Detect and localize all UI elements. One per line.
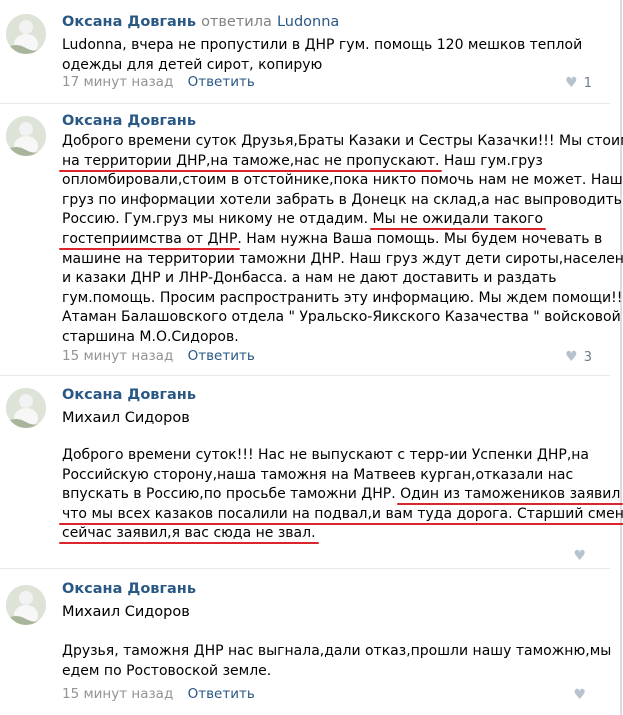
author-name[interactable]: Оксана Довгань: [62, 14, 196, 30]
avatar[interactable]: [6, 116, 46, 156]
comment-text: Доброго времени суток!!! Нас не выпускаю…: [62, 446, 623, 544]
avatar[interactable]: [6, 585, 46, 625]
comment-text: Ludonna, вчера не пропустили в ДНР гум. …: [62, 36, 582, 75]
comment: Оксана Довгань Михаил Сидоров Доброго вр…: [0, 376, 623, 568]
author-name[interactable]: Оксана Довгань: [62, 581, 196, 597]
heart-icon: ♥: [573, 548, 586, 564]
addressee-name[interactable]: Михаил Сидоров: [62, 410, 190, 426]
avatar[interactable]: [6, 14, 46, 54]
heart-icon: ♥: [565, 349, 578, 365]
underlined-text: что мы всех казаков посалили на подвал,и…: [62, 506, 623, 522]
text-line: едем по Ростовоской земле.: [62, 662, 272, 679]
underlined-text: Мы не ожидали такого: [372, 211, 544, 228]
text-line: Доброго времени суток!!! Нас не выпускаю…: [62, 447, 590, 463]
underlined-text: сейчас заявил,я вас сюда не звал.: [62, 525, 316, 542]
text-line: впускать в Россию,по просьбе таможни ДНР…: [62, 485, 623, 505]
comment: Оксана Довгань Михаил Сидоров Друзья, та…: [0, 569, 611, 715]
comment-time[interactable]: 15 минут назад: [62, 348, 173, 364]
text-line: Россию. Гум.груз мы никому не отдадим. М…: [62, 210, 623, 230]
reply-target-link[interactable]: Ludonna: [277, 14, 339, 30]
page-border: [620, 0, 622, 715]
text-segment: Наш гум.груз: [439, 152, 543, 169]
text-segment: . Нам нужна Ваша помощь. Мы будем ночева…: [237, 230, 603, 247]
text-line: одежды для детей сирот, копирую: [62, 56, 323, 73]
text-line: Ludonna, вчера не пропустили в ДНР гум. …: [62, 37, 583, 53]
comment-meta: 17 минут назад Ответить: [62, 74, 255, 90]
underlined-text: на территории ДНР,на таможе,нас не пропу…: [62, 152, 440, 169]
text-line: груз по информации хотели забрать в Доне…: [62, 191, 623, 208]
text-line: старшина М.О.Сидоров.: [62, 328, 239, 345]
text-line: машине на территории таможни ДНР. Наш гр…: [62, 250, 623, 267]
reply-verb: ответила: [201, 14, 272, 30]
comment-time[interactable]: 17 минут назад: [62, 74, 173, 90]
like-button[interactable]: ♥ 1: [565, 75, 592, 91]
comment-author[interactable]: Оксана Довгань: [62, 387, 196, 403]
comment-text: Друзья, таможня ДНР нас выгнала,дали отк…: [62, 642, 611, 681]
comment-author[interactable]: Оксана Довгань: [62, 113, 196, 129]
like-button[interactable]: ♥: [573, 548, 592, 564]
author-name[interactable]: Оксана Довгань: [62, 387, 196, 403]
text-line: Друзья, таможня ДНР нас выгнала,дали отк…: [62, 643, 612, 659]
underlined-text: гостеприимства от ДНР: [62, 230, 238, 247]
comment-time[interactable]: 15 минут назад: [62, 686, 173, 702]
text-line: сейчас заявил,я вас сюда не звал.: [62, 524, 623, 544]
comment-text: Доброго времени суток Друзья,Браты Казак…: [62, 132, 623, 348]
text-line: что мы всех казаков посалили на подвал,и…: [62, 505, 623, 525]
text-line: гостеприимства от ДНР. Нам нужна Ваша по…: [62, 230, 623, 250]
like-count: 1: [583, 76, 592, 91]
author-name[interactable]: Оксана Довгань: [62, 113, 196, 129]
text-line: Российскую сторону,наша таможня на Матве…: [62, 466, 574, 483]
text-line: и казаки ДНР и ЛНР-Донбасса. а нам не да…: [62, 270, 557, 287]
addressee-name[interactable]: Михаил Сидоров: [62, 604, 190, 620]
comment: Оксана Довгань ответила Ludonna Ludonna,…: [0, 0, 610, 103]
reply-button[interactable]: Ответить: [188, 686, 255, 702]
like-button[interactable]: ♥: [573, 687, 592, 703]
comment-meta: 15 минут назад Ответить: [62, 348, 255, 364]
text-line: Атаман Балашовского отдела " Уральско-Яи…: [62, 309, 621, 326]
text-line: опломбировали,стоим в отстойнике,пока ни…: [62, 172, 623, 189]
comment: Оксана Довгань Доброго времени суток Дру…: [0, 104, 623, 375]
text-segment: Россию. Гум.груз мы никому не отдадим.: [62, 211, 373, 228]
avatar[interactable]: [6, 388, 46, 428]
comment-author[interactable]: Оксана Довгань ответила Ludonna: [62, 14, 339, 30]
comment-meta: 15 минут назад Ответить: [62, 686, 255, 702]
text-line: Доброго времени суток Друзья,Браты Казак…: [62, 133, 623, 149]
reply-button[interactable]: Ответить: [188, 348, 255, 364]
like-count: 3: [583, 350, 592, 365]
heart-icon: ♥: [565, 75, 578, 91]
like-button[interactable]: ♥ 3: [565, 349, 592, 365]
underlined-text: Один из таможеников заявил: [400, 486, 621, 503]
text-line: на территории ДНР,на таможе,нас не пропу…: [62, 152, 623, 172]
comment-author[interactable]: Оксана Довгань: [62, 581, 196, 597]
reply-button[interactable]: Ответить: [188, 74, 255, 90]
text-segment: впускать в Россию,по просьбе таможни ДНР…: [62, 486, 401, 503]
text-line: гум.помощь. Просим распространить эту ин…: [62, 289, 623, 306]
heart-icon: ♥: [573, 687, 586, 703]
